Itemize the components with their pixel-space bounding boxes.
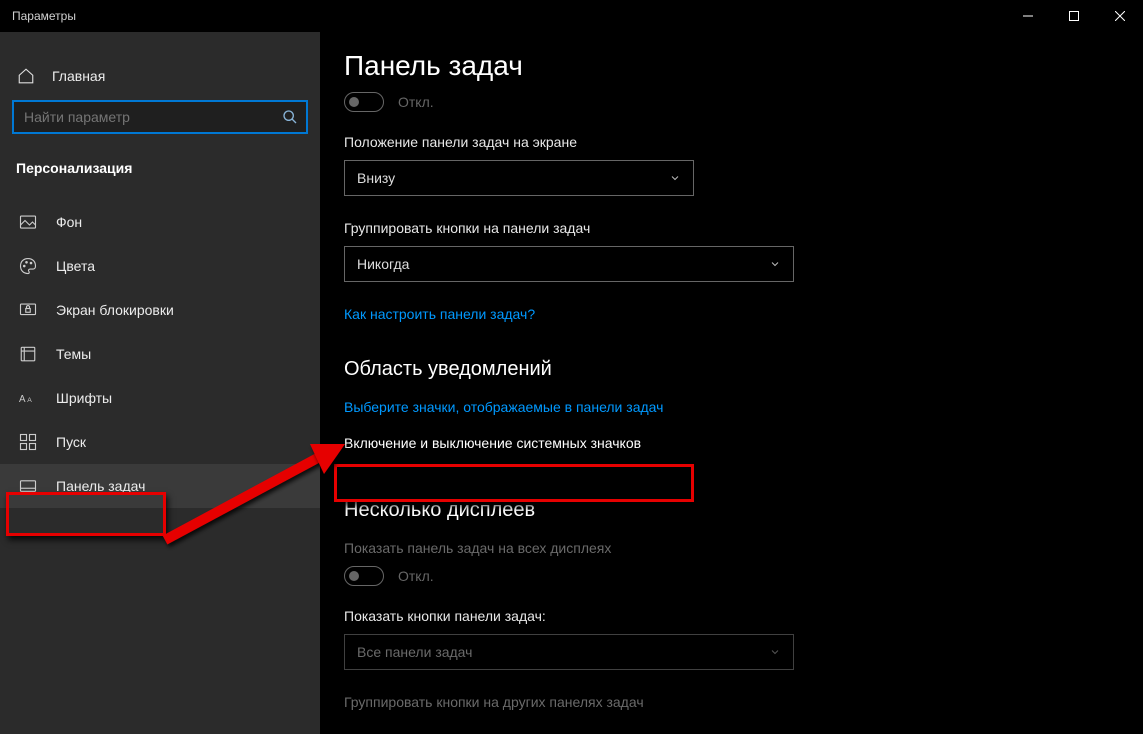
minimize-button[interactable] — [1005, 0, 1051, 32]
toggle-state-label: Откл. — [398, 568, 434, 584]
sidebar-item-fonts[interactable]: AA Шрифты — [0, 376, 320, 420]
group-other-label: Группировать кнопки на других панелях за… — [344, 694, 1113, 710]
picture-icon — [18, 212, 38, 232]
search-input-wrap[interactable] — [12, 100, 308, 134]
home-nav[interactable]: Главная — [0, 56, 320, 96]
taskbar-position-label: Положение панели задач на экране — [344, 134, 1113, 150]
sidebar-section-title: Персонализация — [0, 142, 320, 200]
chevron-down-icon — [669, 172, 681, 184]
select-icons-link[interactable]: Выберите значки, отображаемые в панели з… — [344, 399, 663, 415]
sidebar-item-label: Цвета — [56, 258, 95, 274]
annotation-highlight-link — [334, 464, 694, 502]
window-controls — [1005, 0, 1143, 32]
sidebar-item-label: Шрифты — [56, 390, 112, 406]
sidebar-item-label: Фон — [56, 214, 82, 230]
palette-icon — [18, 256, 38, 276]
group-buttons-select[interactable]: Никогда — [344, 246, 794, 282]
close-button[interactable] — [1097, 0, 1143, 32]
home-label: Главная — [52, 68, 105, 84]
sidebar-item-label: Панель задач — [56, 478, 145, 494]
group-buttons-label: Группировать кнопки на панели задач — [344, 220, 1113, 236]
sidebar-item-background[interactable]: Фон — [0, 200, 320, 244]
svg-text:A: A — [27, 397, 32, 404]
search-input[interactable] — [24, 109, 272, 125]
toggle-row-1: Откл. — [344, 92, 1113, 112]
start-icon — [18, 432, 38, 452]
toggle-switch[interactable] — [344, 92, 384, 112]
select-value: Все панели задач — [357, 644, 472, 660]
titlebar: Параметры — [0, 0, 1143, 32]
lockscreen-icon — [18, 300, 38, 320]
sidebar-item-themes[interactable]: Темы — [0, 332, 320, 376]
themes-icon — [18, 344, 38, 364]
sidebar-item-taskbar[interactable]: Панель задач — [0, 464, 320, 508]
show-buttons-label: Показать кнопки панели задач: — [344, 608, 1113, 624]
show-buttons-select[interactable]: Все панели задач — [344, 634, 794, 670]
chevron-down-icon — [769, 258, 781, 270]
multi-display-heading: Несколько дисплеев — [344, 499, 1113, 522]
sidebar: Главная Персонализация Фон Цвета — [0, 32, 320, 734]
sidebar-item-start[interactable]: Пуск — [0, 420, 320, 464]
chevron-down-icon — [769, 646, 781, 658]
taskbar-position-select[interactable]: Внизу — [344, 160, 694, 196]
sidebar-item-lockscreen[interactable]: Экран блокировки — [0, 288, 320, 332]
home-icon — [16, 66, 36, 86]
toggle-switch-multi[interactable] — [344, 566, 384, 586]
maximize-button[interactable] — [1051, 0, 1097, 32]
select-value: Никогда — [357, 256, 409, 272]
fonts-icon: AA — [18, 388, 38, 408]
select-value: Внизу — [357, 170, 395, 186]
page-title: Панель задач — [344, 50, 1113, 82]
help-link[interactable]: Как настроить панели задач? — [344, 306, 535, 322]
sidebar-item-label: Пуск — [56, 434, 86, 450]
toggle-state-label: Откл. — [398, 94, 434, 110]
toggle-row-multi: Откл. — [344, 566, 1113, 586]
system-icons-link[interactable]: Включение и выключение системных значков — [344, 435, 641, 451]
content-area: Панель задач Откл. Положение панели зада… — [320, 32, 1143, 734]
taskbar-icon — [18, 476, 38, 496]
sidebar-item-colors[interactable]: Цвета — [0, 244, 320, 288]
window-title: Параметры — [12, 9, 76, 23]
sidebar-item-label: Темы — [56, 346, 91, 362]
notification-area-heading: Область уведомлений — [344, 358, 1113, 381]
sidebar-item-label: Экран блокировки — [56, 302, 174, 318]
svg-text:A: A — [19, 394, 26, 405]
show-all-displays-label: Показать панель задач на всех дисплеях — [344, 540, 1113, 556]
search-icon — [282, 109, 298, 125]
